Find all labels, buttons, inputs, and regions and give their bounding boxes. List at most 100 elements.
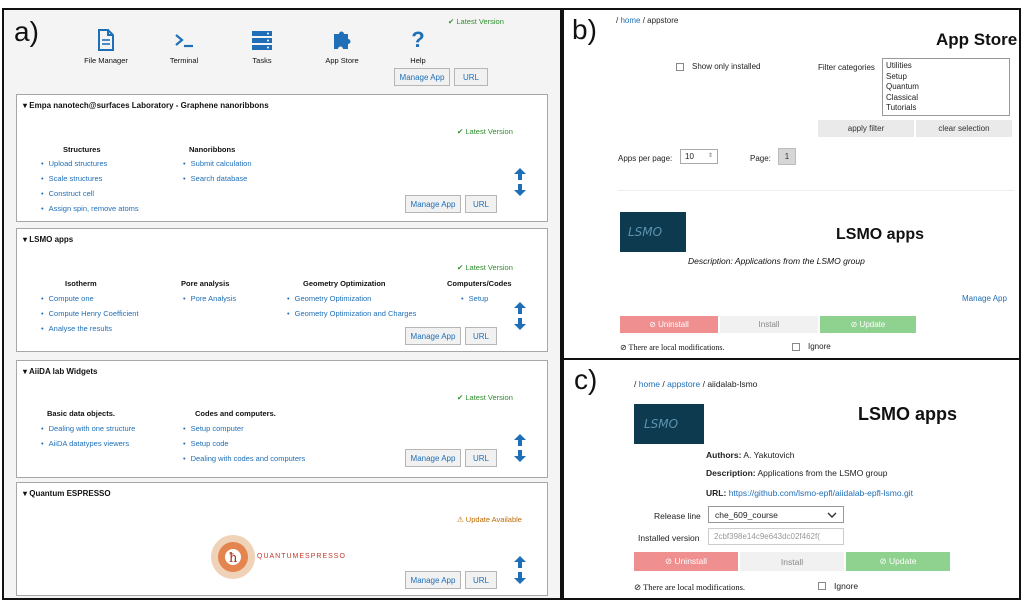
reorder-arrows[interactable] xyxy=(513,555,529,585)
link-setup-computer[interactable]: Setup computer xyxy=(183,424,244,433)
ignore-checkbox[interactable]: Ignore xyxy=(818,581,858,591)
stepper-icon[interactable]: ⇕ xyxy=(708,152,713,161)
quantum-espresso-logo-text: QUANTUMESPRESSO xyxy=(257,553,346,560)
url-button[interactable]: URL xyxy=(465,195,497,213)
ignore-label: Ignore xyxy=(834,581,859,591)
page-button[interactable]: 1 xyxy=(778,148,796,165)
app-description: Description: Applications from the LSMO … xyxy=(688,256,865,266)
manage-app-button[interactable]: Manage App xyxy=(394,68,450,86)
link-construct-cell[interactable]: Construct cell xyxy=(41,189,94,198)
show-only-installed[interactable]: Show only installed xyxy=(676,62,760,71)
ignore-checkbox[interactable]: Ignore xyxy=(792,342,831,351)
category-option[interactable]: Setup xyxy=(886,72,1006,83)
apply-filter-button[interactable]: apply filter xyxy=(818,120,914,137)
local-modifications-note: ⊘ There are local modifications. xyxy=(620,343,725,352)
terminal-nav[interactable]: Terminal xyxy=(154,28,214,65)
reorder-arrows[interactable] xyxy=(513,433,529,463)
install-button[interactable]: Install xyxy=(720,316,818,333)
categories-listbox[interactable]: Utilities Setup Quantum Classical Tutori… xyxy=(882,58,1010,116)
link-datatypes-viewers[interactable]: AiiDA datatypes viewers xyxy=(41,439,129,448)
url-button[interactable]: URL xyxy=(454,68,488,86)
lsmo-logo-text: LSMO xyxy=(628,225,663,239)
link-setup[interactable]: Setup xyxy=(461,294,489,303)
puzzle-icon xyxy=(334,31,351,49)
panel-a: a) File Manager Terminal Tasks App Store xyxy=(2,8,562,600)
manage-app-button[interactable]: Manage App xyxy=(405,571,461,589)
app-store-nav[interactable]: App Store xyxy=(312,28,372,65)
manage-app-button[interactable]: Manage App xyxy=(405,449,461,467)
uninstall-button[interactable]: ⊘ Uninstall xyxy=(634,552,738,571)
breadcrumb-appstore[interactable]: appstore xyxy=(667,379,700,389)
arrow-up-icon[interactable] xyxy=(513,433,527,447)
release-line-select[interactable]: che_609_course xyxy=(708,506,844,523)
breadcrumb-home[interactable]: home xyxy=(639,379,660,389)
uninstall-button[interactable]: ⊘ Uninstall xyxy=(620,316,718,333)
help-nav[interactable]: ? Help xyxy=(388,28,448,66)
link-search-database[interactable]: Search database xyxy=(183,174,248,183)
column-heading: Basic data objects. xyxy=(47,409,115,418)
url-button[interactable]: URL xyxy=(465,449,497,467)
local-modifications-note: ⊘ There are local modifications. xyxy=(634,582,746,592)
breadcrumb-current: appstore xyxy=(647,16,679,25)
file-manager-nav[interactable]: File Manager xyxy=(76,28,136,65)
breadcrumb-home[interactable]: home xyxy=(620,16,640,25)
apps-per-page-input[interactable]: 10 ⇕ xyxy=(680,149,718,164)
tasks-nav[interactable]: Tasks xyxy=(232,28,292,65)
link-submit-calculation[interactable]: Submit calculation xyxy=(183,159,252,168)
link-assign-spin[interactable]: Assign spin, remove atoms xyxy=(41,204,139,213)
checkbox[interactable] xyxy=(818,582,826,590)
file-icon xyxy=(98,29,114,51)
installed-version-label: Installed version xyxy=(638,533,700,543)
manage-app-link[interactable]: Manage App xyxy=(962,294,1007,303)
column-heading: Isotherm xyxy=(65,279,97,288)
arrow-down-icon[interactable] xyxy=(513,571,527,585)
link-setup-code[interactable]: Setup code xyxy=(183,439,229,448)
arrow-down-icon[interactable] xyxy=(513,449,527,463)
link-upload-structures[interactable]: Upload structures xyxy=(41,159,108,168)
link-scale-structures[interactable]: Scale structures xyxy=(41,174,103,183)
link-geometry-optimization[interactable]: Geometry Optimization xyxy=(287,294,372,303)
link-pore-analysis[interactable]: Pore Analysis xyxy=(183,294,236,303)
column-heading: Geometry Optimization xyxy=(303,279,386,288)
page-label: Page: xyxy=(750,154,771,163)
url-button[interactable]: URL xyxy=(465,327,497,345)
breadcrumb-sep: / xyxy=(642,16,645,25)
update-button[interactable]: ⊘ Update xyxy=(820,316,916,333)
link-geometry-optimization-charges[interactable]: Geometry Optimization and Charges xyxy=(287,309,417,318)
link-compute-one[interactable]: Compute one xyxy=(41,294,94,303)
link-codes-computers[interactable]: Dealing with codes and computers xyxy=(183,454,306,463)
panel-b: b) / home / appstore App Store Show only… xyxy=(562,8,1021,360)
app-store-label: App Store xyxy=(325,56,359,65)
update-button[interactable]: ⊘ Update xyxy=(846,552,950,571)
arrow-up-icon[interactable] xyxy=(513,301,527,315)
link-dealing-one-structure[interactable]: Dealing with one structure xyxy=(41,424,136,433)
install-button[interactable]: Install xyxy=(740,552,844,571)
arrow-down-icon[interactable] xyxy=(513,183,527,197)
checkbox[interactable] xyxy=(792,342,800,351)
manage-app-button[interactable]: Manage App xyxy=(405,195,461,213)
category-option[interactable]: Classical xyxy=(886,93,1006,104)
panel-a-label: a) xyxy=(14,16,39,47)
chevron-down-icon xyxy=(827,512,837,518)
link-compute-henry[interactable]: Compute Henry Coefficient xyxy=(41,309,139,318)
category-option[interactable]: Utilities xyxy=(886,61,1006,72)
checkbox[interactable] xyxy=(676,62,684,71)
lsmo-logo: LSMO xyxy=(634,404,704,444)
page-title: App Store xyxy=(936,30,1018,49)
arrow-up-icon[interactable] xyxy=(513,555,527,569)
app-card-aiidalab-widgets: ▾ AiiDA lab Widgets ✔ Latest Version Bas… xyxy=(16,360,548,478)
link-analyse-results[interactable]: Analyse the results xyxy=(41,324,112,333)
clear-selection-button[interactable]: clear selection xyxy=(916,120,1012,137)
app-title: ▾ Empa nanotech@surfaces Laboratory - Gr… xyxy=(23,101,269,110)
arrow-up-icon[interactable] xyxy=(513,167,527,181)
release-line-value: che_609_course xyxy=(715,509,778,520)
url-link[interactable]: https://github.com/lsmo-epfl/aiidalab-ep… xyxy=(729,488,913,498)
category-option[interactable]: Tutorials xyxy=(886,103,1006,114)
arrow-down-icon[interactable] xyxy=(513,317,527,331)
url-button[interactable]: URL xyxy=(465,571,497,589)
reorder-arrows[interactable] xyxy=(513,167,529,197)
reorder-arrows[interactable] xyxy=(513,301,529,331)
manage-app-button[interactable]: Manage App xyxy=(405,327,461,345)
app-card-empa: ▾ Empa nanotech@surfaces Laboratory - Gr… xyxy=(16,94,548,222)
category-option[interactable]: Quantum xyxy=(886,82,1006,93)
